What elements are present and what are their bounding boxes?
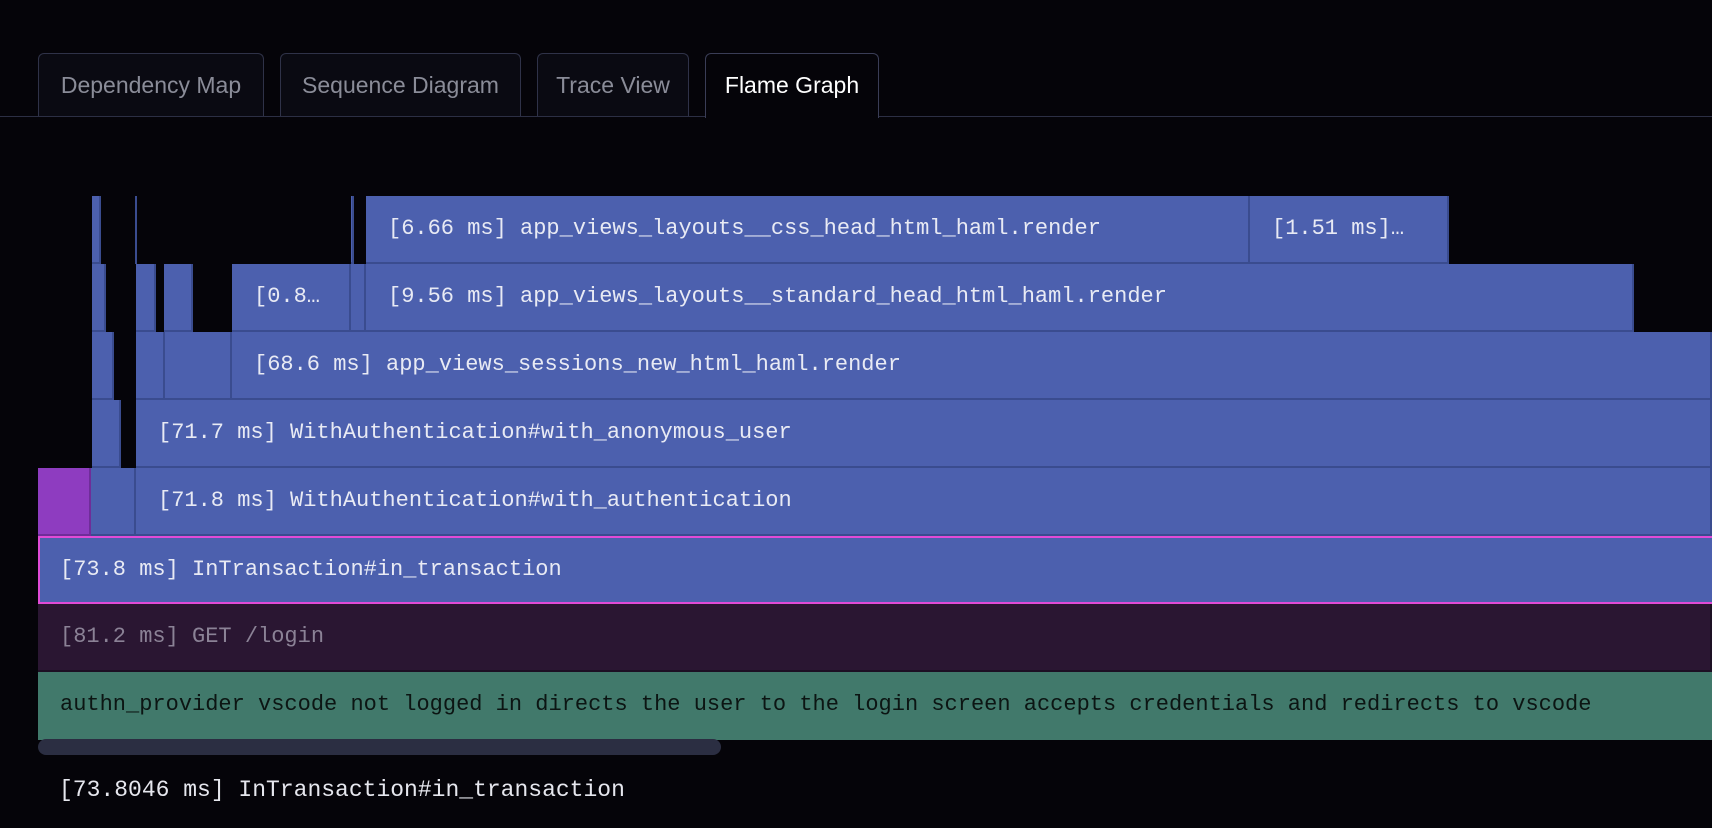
- tabbar-divider: [0, 116, 705, 117]
- flame-frame[interactable]: [92, 264, 106, 332]
- flame-frame-in-transaction[interactable]: [73.8 ms] InTransaction#in_transaction: [38, 536, 1712, 604]
- flame-frame-test-case[interactable]: authn_provider vscode not logged in dire…: [38, 672, 1712, 740]
- flame-frame[interactable]: [135, 196, 137, 264]
- flame-graph: [6.66 ms] app_views_layouts__css_head_ht…: [0, 0, 1712, 828]
- flame-frame[interactable]: [92, 196, 101, 264]
- tabbar-divider: [879, 116, 1712, 117]
- flame-frame[interactable]: [351, 264, 366, 332]
- flame-frame-with-authentication[interactable]: [71.8 ms] WithAuthentication#with_authen…: [136, 468, 1712, 536]
- flame-frame[interactable]: [136, 332, 165, 400]
- tab-sequence-diagram[interactable]: Sequence Diagram: [280, 53, 521, 116]
- flame-frame-small-render[interactable]: [0.8…: [232, 264, 351, 332]
- flame-frame-get-login[interactable]: [81.2 ms] GET /login: [38, 604, 1712, 672]
- view-tabs: Dependency Map Sequence Diagram Trace Vi…: [0, 0, 1712, 118]
- flame-frame-standard-head-render[interactable]: [9.56 ms] app_views_layouts__standard_he…: [366, 264, 1634, 332]
- flame-frame[interactable]: [351, 196, 354, 264]
- horizontal-scrollbar[interactable]: [38, 739, 721, 755]
- flame-frame-with-anonymous-user[interactable]: [71.7 ms] WithAuthentication#with_anonym…: [136, 400, 1712, 468]
- selected-frame-detail: [73.8046 ms] InTransaction#in_transactio…: [59, 777, 625, 803]
- flame-frame[interactable]: [165, 332, 232, 400]
- tab-dependency-map[interactable]: Dependency Map: [38, 53, 264, 116]
- tab-flame-graph[interactable]: Flame Graph: [705, 53, 879, 118]
- flame-frame[interactable]: [92, 332, 114, 400]
- flame-frame[interactable]: [164, 264, 193, 332]
- flame-frame[interactable]: [92, 400, 121, 468]
- flame-frame[interactable]: [136, 264, 156, 332]
- flame-frame-purple[interactable]: [38, 468, 91, 536]
- flame-frame-small-render[interactable]: [1.51 ms]…: [1250, 196, 1449, 264]
- tab-trace-view[interactable]: Trace View: [537, 53, 689, 116]
- flame-frame[interactable]: [91, 468, 136, 536]
- flame-frame-css-head-render[interactable]: [6.66 ms] app_views_layouts__css_head_ht…: [366, 196, 1250, 264]
- flame-frame-sessions-new-render[interactable]: [68.6 ms] app_views_sessions_new_html_ha…: [232, 332, 1712, 400]
